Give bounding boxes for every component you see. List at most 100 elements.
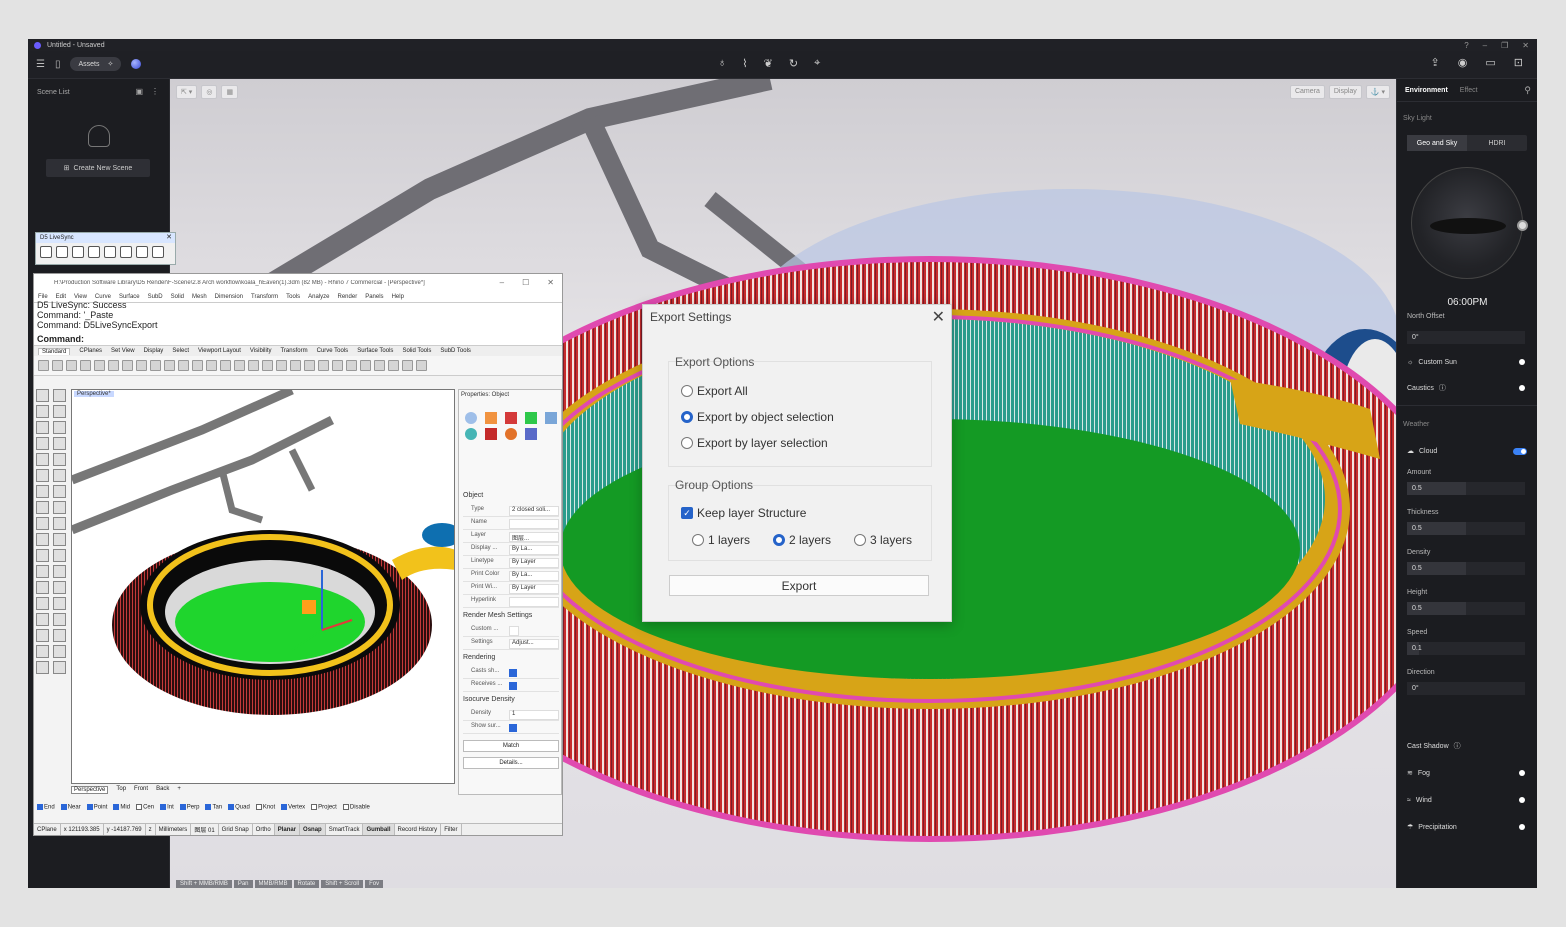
prop-row-type[interactable]: Type 2 closed soli...: [463, 506, 559, 517]
osnap-project[interactable]: Project: [311, 804, 337, 811]
fog-toggle[interactable]: [1519, 770, 1525, 776]
cloud-row[interactable]: ☁ Cloud: [1407, 444, 1527, 458]
zoom-icon[interactable]: [178, 360, 189, 371]
density-row[interactable]: Density 1: [463, 710, 559, 721]
casts-shadows-checkbox[interactable]: [509, 669, 517, 677]
side-tool-icon[interactable]: [36, 533, 49, 546]
prop-row-name[interactable]: Name: [463, 519, 559, 530]
close-button[interactable]: ✕: [1522, 41, 1529, 50]
side-tool-icon[interactable]: [36, 629, 49, 642]
receives-shadows-checkbox[interactable]: [509, 682, 517, 690]
osnap-quad[interactable]: Quad: [228, 804, 250, 811]
tab-set-view[interactable]: Set View: [111, 348, 135, 354]
zoom-window-icon[interactable]: [192, 360, 203, 371]
side-tool-icon[interactable]: [36, 453, 49, 466]
tab-transform[interactable]: Transform: [280, 348, 307, 354]
status-7[interactable]: Ortho: [253, 824, 275, 835]
help-button[interactable]: ?: [1464, 41, 1468, 50]
side-tool-icon[interactable]: [36, 581, 49, 594]
prop-row-printwi[interactable]: Print Wi... By Layer: [463, 584, 559, 595]
side-tool-icon[interactable]: [53, 549, 66, 562]
density-input[interactable]: 1: [509, 710, 559, 720]
tab-top[interactable]: Top: [116, 786, 126, 794]
cplane-icon[interactable]: [262, 360, 273, 371]
pan-icon[interactable]: [150, 360, 161, 371]
side-tool-icon[interactable]: [36, 613, 49, 626]
assets-button[interactable]: Assets ✧: [70, 57, 122, 71]
prop-row-display[interactable]: Display ... By La...: [463, 545, 559, 556]
camera-icon[interactable]: [104, 246, 116, 258]
layer-icon[interactable]: [276, 360, 287, 371]
osnap-int[interactable]: Int: [160, 804, 174, 811]
osnap-tan[interactable]: Tan: [205, 804, 222, 811]
tab-cplanes[interactable]: CPlanes: [79, 348, 102, 354]
leaf-icon[interactable]: ❦: [764, 57, 773, 70]
osnap-near[interactable]: Near: [60, 804, 81, 811]
tab-curve-tools[interactable]: Curve Tools: [317, 348, 349, 354]
menu-item-view[interactable]: View: [74, 294, 87, 300]
tab-visibility[interactable]: Visibility: [250, 348, 272, 354]
param-slider-amount[interactable]: 0.5: [1407, 482, 1525, 495]
close-icon[interactable]: ✕: [932, 307, 945, 327]
side-tool-icon[interactable]: [36, 645, 49, 658]
status-2[interactable]: y -14187.769: [104, 824, 146, 835]
create-new-scene-button[interactable]: ⊞ Create New Scene: [46, 159, 150, 177]
precipitation-toggle[interactable]: [1519, 824, 1525, 830]
scene-settings-icon[interactable]: ▣: [135, 87, 143, 96]
hdri-option[interactable]: HDRI: [1467, 135, 1527, 151]
geo-sky-option[interactable]: Geo and Sky: [1407, 135, 1467, 151]
side-tool-icon[interactable]: [53, 581, 66, 594]
tab-perspective[interactable]: Perspective: [71, 786, 109, 794]
fog-row[interactable]: ≋ Fog: [1407, 766, 1527, 780]
cast-shadow-row[interactable]: Cast Shadow ⓘ: [1407, 739, 1527, 753]
more-icon[interactable]: ⋮: [151, 87, 159, 96]
sun-position-dial[interactable]: [1411, 167, 1528, 279]
cube-icon[interactable]: [56, 246, 68, 258]
casts-shadows-row[interactable]: Casts sh...: [463, 668, 559, 679]
add-tab-icon[interactable]: +: [177, 786, 181, 794]
close-button[interactable]: ✕: [547, 278, 554, 287]
inbox-icon[interactable]: ⊡: [1514, 56, 1523, 69]
export-by-layer-radio[interactable]: Export by layer selection: [681, 436, 828, 450]
side-tool-icon[interactable]: [36, 389, 49, 402]
prop-value[interactable]: By La...: [509, 545, 559, 555]
side-tool-icon[interactable]: [36, 661, 49, 674]
osnap-cen[interactable]: Cen: [136, 804, 154, 811]
environment-props-icon[interactable]: [505, 428, 517, 440]
undo-view-icon[interactable]: [234, 360, 245, 371]
light-icon[interactable]: [290, 360, 301, 371]
window-icon[interactable]: [88, 246, 100, 258]
prop-row-linetype[interactable]: Linetype By Layer: [463, 558, 559, 569]
menu-item-analyze[interactable]: Analyze: [308, 294, 329, 300]
print-icon[interactable]: [80, 360, 91, 371]
cube-props-icon[interactable]: [525, 428, 537, 440]
prop-row-layer[interactable]: Layer 图层...: [463, 532, 559, 543]
north-offset-field[interactable]: 0°: [1407, 331, 1525, 344]
prop-value[interactable]: By La...: [509, 571, 559, 581]
rotate-view-icon[interactable]: [164, 360, 175, 371]
menu-item-solid[interactable]: Solid: [171, 294, 184, 300]
open-icon[interactable]: [52, 360, 63, 371]
select-icon[interactable]: [304, 360, 315, 371]
param-slider-direction[interactable]: 0°: [1407, 682, 1525, 695]
more-view-button[interactable]: ⚓ ▾: [1365, 85, 1390, 99]
one-layer-radio[interactable]: 1 layers: [692, 533, 750, 547]
osnap-point[interactable]: Point: [86, 804, 107, 811]
tab-standard[interactable]: Standard: [38, 347, 71, 355]
side-tool-icon[interactable]: [36, 437, 49, 450]
save-icon[interactable]: [66, 360, 77, 371]
brush-icon[interactable]: ⌖: [814, 57, 820, 70]
precipitation-row[interactable]: ☂ Precipitation: [1407, 820, 1527, 834]
tab-display[interactable]: Display: [144, 348, 164, 354]
camera-button[interactable]: Camera: [1289, 85, 1325, 99]
path-icon[interactable]: ⌇: [742, 57, 747, 70]
side-tool-icon[interactable]: [53, 389, 66, 402]
object-props-icon[interactable]: [465, 412, 477, 424]
osnap-disable[interactable]: Disable: [342, 804, 370, 811]
sync-icon[interactable]: [72, 246, 84, 258]
side-tool-icon[interactable]: [53, 565, 66, 578]
side-tool-icon[interactable]: [53, 613, 66, 626]
caustics-row[interactable]: Caustics ⓘ: [1407, 381, 1527, 395]
wind-row[interactable]: ≈ Wind: [1407, 793, 1527, 807]
status-9[interactable]: Osnap: [300, 824, 326, 835]
